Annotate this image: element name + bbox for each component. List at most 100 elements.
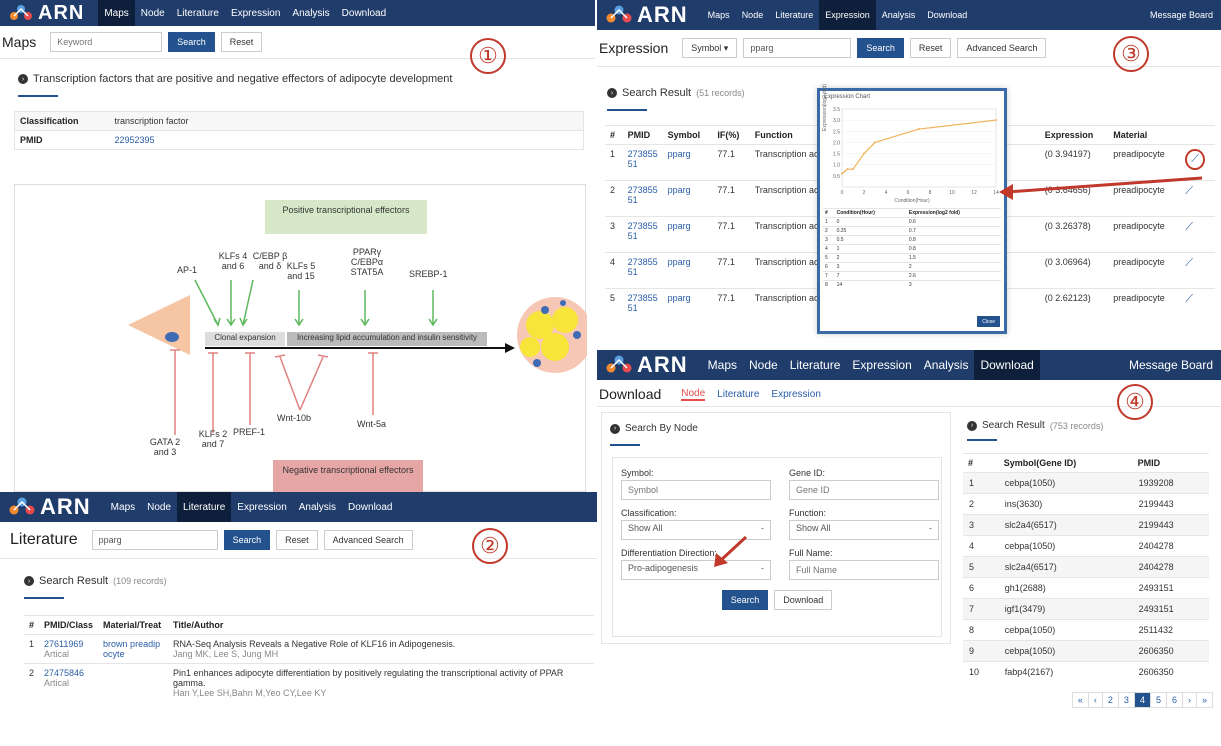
- material-link[interactable]: [98, 663, 169, 702]
- nav-analysis[interactable]: Analysis: [918, 350, 975, 380]
- tab-node[interactable]: Node: [681, 388, 706, 401]
- col-header: PMID: [622, 125, 663, 145]
- keyword-input[interactable]: [743, 38, 852, 58]
- page-button[interactable]: 5: [1149, 692, 1167, 708]
- logo[interactable]: ARN: [605, 2, 688, 28]
- message-board-link[interactable]: Message Board: [1129, 358, 1221, 372]
- popup-cell: 14: [834, 280, 907, 289]
- tab-literature[interactable]: Literature: [717, 389, 759, 400]
- pmid-link[interactable]: 22952395: [109, 130, 584, 150]
- nav-analysis[interactable]: Analysis: [293, 492, 342, 522]
- keyword-input[interactable]: [91, 530, 218, 550]
- nav-expression[interactable]: Expression: [231, 492, 292, 522]
- message-board-link[interactable]: Message Board: [1150, 10, 1221, 20]
- nav-download[interactable]: Download: [336, 0, 392, 26]
- pmid-link[interactable]: 273855 51: [622, 288, 663, 325]
- page-button[interactable]: 4: [1133, 692, 1151, 708]
- nav-download[interactable]: Download: [974, 350, 1040, 380]
- line-chart-icon[interactable]: ⟋: [1185, 293, 1193, 305]
- search-button[interactable]: Search: [721, 590, 769, 610]
- logo[interactable]: ARN: [8, 494, 91, 520]
- col-header: #: [24, 615, 40, 635]
- nav-maps[interactable]: Maps: [702, 350, 743, 380]
- pmid-link[interactable]: 27475846: [44, 668, 93, 678]
- page-button[interactable]: »: [1195, 692, 1213, 708]
- pmid-link[interactable]: 273855 51: [622, 252, 663, 289]
- material-link[interactable]: brown preadip ocyte: [98, 634, 169, 664]
- nav-analysis[interactable]: Analysis: [286, 0, 335, 26]
- symbol-link[interactable]: pparg: [662, 180, 713, 217]
- search-button[interactable]: Search: [223, 530, 271, 550]
- symbol-select[interactable]: Symbol ▾: [682, 38, 738, 58]
- advanced-search-button[interactable]: Advanced Search: [323, 530, 413, 550]
- nav-expression[interactable]: Expression: [225, 0, 286, 26]
- nav-expression[interactable]: Expression: [846, 350, 917, 380]
- reset-button[interactable]: Reset: [220, 32, 263, 52]
- download-results: › Search Result (753 records) # Symbol(Gen…: [963, 412, 1213, 708]
- nav-node[interactable]: Node: [743, 350, 784, 380]
- line-chart-icon[interactable]: ⟋: [1185, 149, 1205, 170]
- nav-node[interactable]: Node: [135, 0, 171, 26]
- pmid-link[interactable]: 27611969: [44, 639, 93, 649]
- nav-download[interactable]: Download: [342, 492, 398, 522]
- geneid-input[interactable]: [789, 480, 939, 500]
- page-button[interactable]: 2: [1101, 692, 1119, 708]
- search-button[interactable]: Search: [857, 38, 904, 58]
- page-button[interactable]: ›: [1181, 692, 1197, 708]
- nav-maps[interactable]: Maps: [702, 0, 736, 30]
- line-chart-icon[interactable]: ⟋: [1185, 257, 1193, 269]
- cell-index: 3: [963, 514, 999, 536]
- symbol-link[interactable]: pparg: [662, 252, 713, 289]
- pmid-link[interactable]: 273855 51: [622, 144, 663, 181]
- nav-node[interactable]: Node: [141, 492, 177, 522]
- nav-literature[interactable]: Literature: [769, 0, 819, 30]
- symbol-link[interactable]: pparg: [662, 288, 713, 325]
- pmid-link[interactable]: 273855 51: [622, 216, 663, 253]
- download-button[interactable]: Download: [774, 590, 833, 610]
- nav-literature[interactable]: Literature: [171, 0, 225, 26]
- nav-literature[interactable]: Literature: [177, 492, 232, 522]
- page-button[interactable]: 6: [1165, 692, 1183, 708]
- nav-maps[interactable]: Maps: [105, 492, 141, 522]
- fullname-input[interactable]: [789, 560, 939, 580]
- positive-effectors-label: Positive transcriptional effectors: [282, 205, 410, 215]
- reset-button[interactable]: Reset: [909, 38, 952, 58]
- logo[interactable]: ARN: [8, 2, 84, 25]
- circle-arrow-icon: ›: [18, 74, 28, 84]
- tab-expression[interactable]: Expression: [771, 389, 820, 400]
- nav-maps[interactable]: Maps: [98, 0, 135, 26]
- line-chart-icon[interactable]: ⟋: [1185, 221, 1193, 233]
- search-button[interactable]: Search: [168, 32, 215, 52]
- symbol-input[interactable]: [621, 480, 771, 500]
- clonal-expansion-label: Clonal expansion: [214, 333, 276, 342]
- page-button[interactable]: 3: [1117, 692, 1135, 708]
- nav-download[interactable]: Download: [921, 0, 973, 30]
- modal-title: Expression Chart: [824, 94, 871, 100]
- symbol-link[interactable]: pparg: [662, 144, 713, 181]
- function-select[interactable]: Show All -: [789, 520, 939, 540]
- chart-ylabel: Expression(log2 fold): [822, 84, 828, 131]
- page-button[interactable]: «: [1071, 692, 1089, 708]
- classification-value: Show All: [628, 523, 663, 533]
- author-text: Jang MK, Lee S, Jung MH: [173, 649, 279, 659]
- keyword-input[interactable]: [50, 32, 163, 52]
- page-button[interactable]: ‹: [1087, 692, 1103, 708]
- advanced-search-button[interactable]: Advanced Search: [957, 38, 1047, 58]
- fullname-label: Full Name:: [789, 548, 833, 558]
- pmid-link[interactable]: 273855 51: [622, 180, 663, 217]
- close-button[interactable]: Close: [977, 316, 1000, 327]
- cell-symbol: cebpa(1050): [998, 619, 1133, 641]
- factor-klfs-2-7: KLFs 2 and 7: [198, 429, 228, 449]
- logo[interactable]: ARN: [605, 352, 688, 378]
- table-row: 1 cebpa(1050) 1939208: [963, 472, 1209, 494]
- symbol-link[interactable]: pparg: [662, 216, 713, 253]
- x-tick-label: 10: [949, 190, 955, 196]
- material-text: preadipocyte: [1108, 216, 1181, 253]
- x-tick-label: 0: [841, 190, 844, 196]
- reset-button[interactable]: Reset: [276, 530, 318, 550]
- nav-node[interactable]: Node: [736, 0, 770, 30]
- nav-analysis[interactable]: Analysis: [876, 0, 922, 30]
- nav-literature[interactable]: Literature: [784, 350, 847, 380]
- cell-symbol: ins(3630): [998, 493, 1133, 515]
- nav-expression[interactable]: Expression: [819, 0, 876, 30]
